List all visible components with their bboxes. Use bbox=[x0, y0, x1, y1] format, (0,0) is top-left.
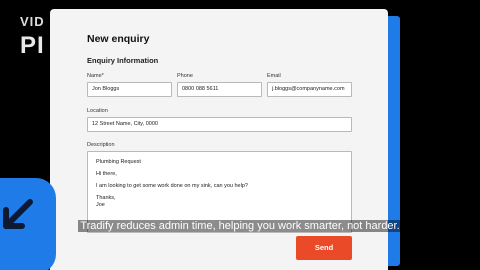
email-label: Email bbox=[267, 73, 281, 79]
send-button[interactable]: Send bbox=[296, 236, 352, 260]
background-title-line1: VID bbox=[20, 14, 45, 29]
subtitle-caption: Tradify reduces admin time, helping you … bbox=[70, 218, 410, 234]
section-title: Enquiry Information bbox=[87, 56, 159, 65]
description-label: Description bbox=[87, 142, 115, 148]
name-field[interactable]: Jon Bloggs bbox=[87, 82, 172, 97]
phone-label: Phone bbox=[177, 73, 193, 79]
arrow-down-left-icon bbox=[3, 199, 33, 229]
email-field[interactable]: j.bloggs@companyname.com bbox=[267, 82, 352, 97]
subtitle-text: Tradify reduces admin time, helping you … bbox=[78, 220, 402, 232]
description-line: Thanks, bbox=[96, 195, 116, 201]
location-field[interactable]: 12 Street Name, City, 0000 bbox=[87, 117, 352, 132]
location-label: Location bbox=[87, 108, 108, 114]
description-line: Hi there, bbox=[96, 171, 117, 177]
name-label: Name* bbox=[87, 73, 104, 79]
description-line: Joe bbox=[96, 202, 105, 208]
background-title-line2: PI bbox=[20, 32, 45, 59]
tradify-badge bbox=[0, 178, 56, 270]
video-frame: VID PI New enquiry Enquiry Information N… bbox=[0, 0, 480, 270]
description-line: I am looking to get some work done on my… bbox=[96, 183, 248, 189]
description-line: Plumbing Request bbox=[96, 159, 141, 165]
phone-field[interactable]: 0800 088 5611 bbox=[177, 82, 262, 97]
modal-title: New enquiry bbox=[87, 33, 150, 45]
